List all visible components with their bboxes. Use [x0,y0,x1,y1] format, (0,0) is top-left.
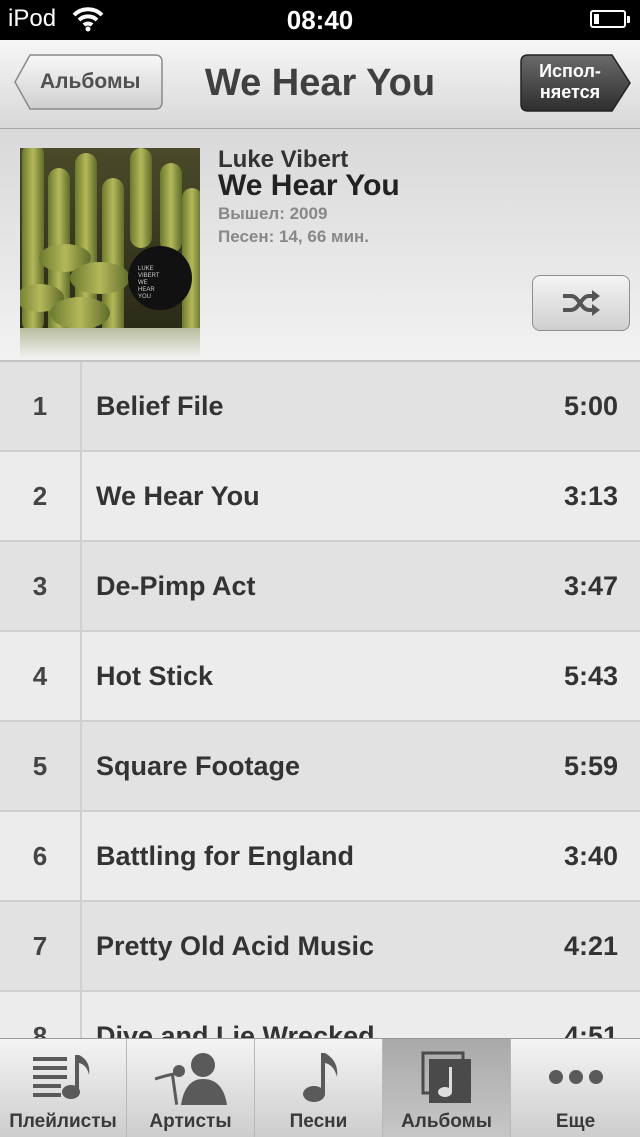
track-list: 1 Belief File 5:00 2 We Hear You 3:13 3 … [0,362,640,1082]
tab-more[interactable]: Еще [511,1039,640,1137]
cover-text-4: HEAR [138,287,155,293]
now-playing-label-line1: Испол- [539,61,601,81]
cover-text-2: VIBERT [138,273,160,279]
track-number: 2 [0,452,82,540]
track-number: 6 [0,812,82,900]
track-duration: 5:00 [563,391,618,421]
track-row[interactable]: 5 Square Footage 5:59 [0,722,640,812]
shuffle-button[interactable] [532,275,630,331]
track-number: 1 [0,362,82,450]
status-bar: iPod 08:40 [0,0,640,40]
album-artwork-reflection [20,328,200,358]
now-playing-label: Испол- няется [528,61,612,103]
track-number: 5 [0,722,82,810]
track-title: Belief File [96,391,224,421]
track-title: We Hear You [96,481,260,511]
album-title: We Hear You [218,169,400,202]
tab-albums[interactable]: Альбомы [383,1039,511,1137]
track-duration: 5:59 [563,751,618,781]
playlists-icon [33,1055,90,1099]
track-row[interactable]: 1 Belief File 5:00 [0,362,640,452]
track-title: Pretty Old Acid Music [96,931,375,961]
album-artwork: LUKE VIBERT WE HEAR YOU [20,148,200,328]
track-duration: 5:43 [563,661,618,691]
album-release-year: Вышел: 2009 [218,204,328,223]
track-row[interactable]: 7 Pretty Old Acid Music 4:21 [0,902,640,992]
clock: 08:40 [286,5,354,35]
tab-label: Песни [289,1111,348,1132]
now-playing-button[interactable]: Испол- няется [520,54,631,112]
artists-icon [154,1053,227,1105]
tab-label: Альбомы [401,1111,492,1132]
cover-text-3: WE [138,280,148,286]
tab-songs[interactable]: Песни [255,1039,383,1137]
cover-text-5: YOU [138,294,151,300]
track-row[interactable]: 3 De-Pimp Act 3:47 [0,542,640,632]
back-button-label: Альбомы [40,70,141,93]
album-song-count: Песен: 14, 66 мин. [218,227,370,246]
track-title: De-Pimp Act [96,571,256,601]
tab-label: Плейлисты [9,1111,117,1132]
track-row[interactable]: 2 We Hear You 3:13 [0,452,640,542]
track-number: 4 [0,632,82,720]
tab-label: Артисты [149,1111,232,1132]
now-playing-label-line2: няется [539,82,601,102]
track-number: 7 [0,902,82,990]
track-title: Hot Stick [96,661,214,691]
battery-icon [590,10,630,28]
track-row[interactable]: 4 Hot Stick 5:43 [0,632,640,722]
tab-bar: Плейлисты Артисты Песни Альбомы Еще [0,1038,640,1137]
track-duration: 3:13 [563,481,618,511]
tab-label: Еще [555,1111,596,1132]
track-title: Battling for England [96,841,354,871]
more-icon [548,1070,603,1084]
track-number: 3 [0,542,82,630]
back-button-albums[interactable]: Альбомы [14,54,163,110]
albums-icon [421,1051,471,1103]
cover-text-1: LUKE [138,266,154,272]
track-duration: 3:40 [563,841,618,871]
track-title: Square Footage [96,751,301,781]
album-header: LUKE VIBERT WE HEAR YOU Luke Vibert We H… [0,129,640,362]
shuffle-icon [563,290,600,316]
track-duration: 3:47 [563,571,618,601]
navigation-bar: Альбомы We Hear You Испол- няется [0,40,640,129]
tab-playlists[interactable]: Плейлисты [0,1039,127,1137]
page-title: We Hear You [204,62,436,104]
tab-artists[interactable]: Артисты [127,1039,255,1137]
track-row[interactable]: 6 Battling for England 3:40 [0,812,640,902]
songs-icon [302,1053,337,1102]
track-duration: 4:21 [563,931,618,961]
